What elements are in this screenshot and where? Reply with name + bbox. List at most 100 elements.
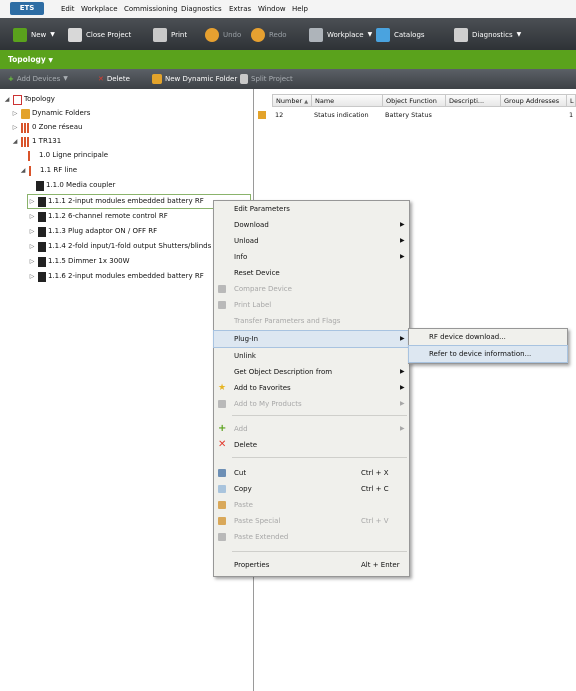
lock-icon bbox=[218, 533, 226, 541]
collapse-icon[interactable]: ◢ bbox=[11, 135, 19, 148]
column-header-description[interactable]: Descripti... bbox=[445, 94, 501, 107]
tree-item-device[interactable]: ▷ 1.1.5 Dimmer 1x 300W bbox=[28, 255, 130, 268]
delete-button[interactable]: ✕ Delete bbox=[98, 71, 130, 87]
menu-item-get-object-description[interactable]: Get Object Description from ▶ bbox=[214, 364, 409, 380]
device-icon bbox=[38, 211, 46, 222]
new-button[interactable]: New ▼ bbox=[13, 27, 55, 43]
scissors-icon bbox=[218, 469, 226, 477]
submenu-arrow-icon: ▶ bbox=[400, 425, 405, 432]
menu-item-add-to-favorites[interactable]: ★ Add to Favorites ▶ bbox=[214, 380, 409, 396]
plug-in-submenu: RF device download... Refer to device in… bbox=[408, 328, 568, 364]
menu-diagnostics[interactable]: Diagnostics bbox=[181, 0, 222, 18]
menu-item-download[interactable]: Download ▶ bbox=[214, 217, 409, 233]
new-dynamic-folder-label: New Dynamic Folder bbox=[165, 75, 238, 83]
column-header-number[interactable]: Number ▲ bbox=[272, 94, 312, 107]
column-header-group-addresses[interactable]: Group Addresses bbox=[500, 94, 567, 107]
menu-bar: ETS Edit Workplace Commissioning Diagnos… bbox=[0, 0, 576, 19]
add-devices-button[interactable]: + Add Devices ▼ bbox=[8, 71, 68, 87]
menu-item-refer-device-information[interactable]: Refer to device information... bbox=[408, 345, 568, 363]
expand-icon[interactable]: ▷ bbox=[28, 270, 36, 283]
new-dynamic-folder-button[interactable]: New Dynamic Folder bbox=[152, 71, 237, 87]
tree-item-label: 1 TR131 bbox=[32, 137, 62, 145]
column-header-name[interactable]: Name bbox=[311, 94, 383, 107]
new-project-icon bbox=[13, 28, 27, 42]
tree-item-device[interactable]: ▷ 1.1.6 2-input modules embedded battery… bbox=[28, 270, 204, 283]
menu-item-print-label[interactable]: Print Label bbox=[214, 297, 409, 313]
menu-item-label: Copy bbox=[234, 485, 252, 493]
menu-workplace[interactable]: Workplace bbox=[81, 0, 118, 18]
print-button[interactable]: Print bbox=[153, 27, 187, 43]
menu-item-info[interactable]: Info ▶ bbox=[214, 249, 409, 265]
menu-item-properties[interactable]: Properties Alt + Enter bbox=[214, 557, 409, 573]
menu-item-rf-device-download[interactable]: RF device download... bbox=[409, 329, 567, 345]
menu-extras[interactable]: Extras bbox=[229, 0, 251, 18]
catalogs-button[interactable]: Catalogs bbox=[376, 27, 425, 43]
menu-window[interactable]: Window bbox=[258, 0, 286, 18]
close-project-button[interactable]: Close Project bbox=[68, 27, 131, 43]
collapse-icon[interactable]: ◢ bbox=[19, 164, 27, 177]
menu-item-copy[interactable]: Copy Ctrl + C bbox=[214, 481, 409, 497]
tree-item-dynamic-folders[interactable]: ▷ Dynamic Folders bbox=[11, 107, 90, 120]
submenu-arrow-icon: ▶ bbox=[400, 400, 405, 407]
expand-icon[interactable]: ▷ bbox=[28, 255, 36, 268]
menu-separator bbox=[232, 415, 407, 416]
menu-item-label: Print Label bbox=[234, 301, 272, 309]
tree-item-zone[interactable]: ▷ 0 Zone réseau bbox=[11, 121, 82, 134]
topology-panel-header: Topology ▼ bbox=[0, 50, 576, 69]
redo-button[interactable]: Redo bbox=[251, 27, 287, 43]
line-icon bbox=[28, 150, 37, 161]
tree-item-main-line[interactable]: 1.0 Ligne principale bbox=[28, 149, 108, 162]
submenu-arrow-icon: ▶ bbox=[400, 368, 405, 375]
chevron-down-icon: ▼ bbox=[63, 75, 68, 82]
undo-icon bbox=[205, 28, 219, 42]
column-header-length[interactable]: L bbox=[566, 94, 576, 107]
menu-item-compare-device[interactable]: Compare Device bbox=[214, 281, 409, 297]
star-icon: ★ bbox=[218, 383, 227, 393]
workplace-icon bbox=[309, 28, 323, 42]
menu-item-paste[interactable]: Paste bbox=[214, 497, 409, 513]
tree-item-device[interactable]: ▷ 1.1.2 6-channel remote control RF bbox=[28, 210, 168, 223]
menu-item-paste-special[interactable]: Paste Special Ctrl + V bbox=[214, 513, 409, 529]
split-project-label: Split Project bbox=[251, 75, 293, 83]
diagnostics-button[interactable]: Diagnostics ▼ bbox=[454, 27, 521, 43]
undo-button[interactable]: Undo bbox=[205, 27, 241, 43]
expand-icon[interactable]: ▷ bbox=[28, 240, 36, 253]
menu-item-transfer-parameters[interactable]: Transfer Parameters and Flags bbox=[214, 313, 409, 329]
menu-item-label: Add to My Products bbox=[234, 400, 302, 408]
workplace-button[interactable]: Workplace ▼ bbox=[309, 27, 372, 43]
column-header-object-function[interactable]: Object Function bbox=[382, 94, 446, 107]
tree-item-label: Dynamic Folders bbox=[32, 109, 91, 117]
menu-item-add[interactable]: + Add ▶ bbox=[214, 421, 409, 437]
menu-item-unload[interactable]: Unload ▶ bbox=[214, 233, 409, 249]
menu-item-paste-extended[interactable]: Paste Extended bbox=[214, 529, 409, 545]
collapse-icon[interactable]: ◢ bbox=[3, 93, 11, 106]
menu-item-cut[interactable]: Cut Ctrl + X bbox=[214, 465, 409, 481]
menu-item-unlink[interactable]: Unlink bbox=[214, 348, 409, 364]
tree-item-device[interactable]: ▷ 1.1.3 Plug adaptor ON / OFF RF bbox=[28, 225, 157, 238]
menu-help[interactable]: Help bbox=[292, 0, 308, 18]
expand-icon[interactable]: ▷ bbox=[11, 121, 19, 134]
expand-icon[interactable]: ▷ bbox=[11, 107, 19, 120]
tree-item-device[interactable]: 1.1.0 Media coupler bbox=[36, 179, 115, 192]
tree-item-tr131[interactable]: ◢ 1 TR131 bbox=[11, 135, 61, 148]
menu-edit[interactable]: Edit bbox=[61, 0, 75, 18]
ets-logo[interactable]: ETS bbox=[10, 2, 44, 15]
delete-icon: ✕ bbox=[98, 75, 104, 83]
menu-item-edit-parameters[interactable]: Edit Parameters bbox=[214, 201, 409, 217]
menu-item-label: Info bbox=[234, 253, 248, 261]
menu-item-label: Compare Device bbox=[234, 285, 292, 293]
menu-item-add-to-my-products[interactable]: Add to My Products ▶ bbox=[214, 396, 409, 412]
menu-item-reset-device[interactable]: Reset Device bbox=[214, 265, 409, 281]
tree-item-topology[interactable]: ◢ Topology bbox=[3, 93, 55, 106]
tree-item-rf-line[interactable]: ◢ 1.1 RF line bbox=[19, 164, 77, 177]
menu-commissioning[interactable]: Commissioning bbox=[124, 0, 178, 18]
tree-item-label: 1.0 Ligne principale bbox=[39, 151, 109, 159]
catalogs-icon bbox=[376, 28, 390, 42]
expand-icon[interactable]: ▷ bbox=[28, 225, 36, 238]
expand-icon[interactable]: ▷ bbox=[28, 210, 36, 223]
menu-item-delete[interactable]: ✕ Delete bbox=[214, 437, 409, 453]
menu-item-plug-in[interactable]: Plug-In ▶ bbox=[213, 330, 410, 348]
expand-icon[interactable]: ▷ bbox=[28, 195, 36, 208]
split-project-button[interactable]: Split Project bbox=[240, 71, 293, 87]
panel-title[interactable]: Topology ▼ bbox=[8, 50, 53, 70]
